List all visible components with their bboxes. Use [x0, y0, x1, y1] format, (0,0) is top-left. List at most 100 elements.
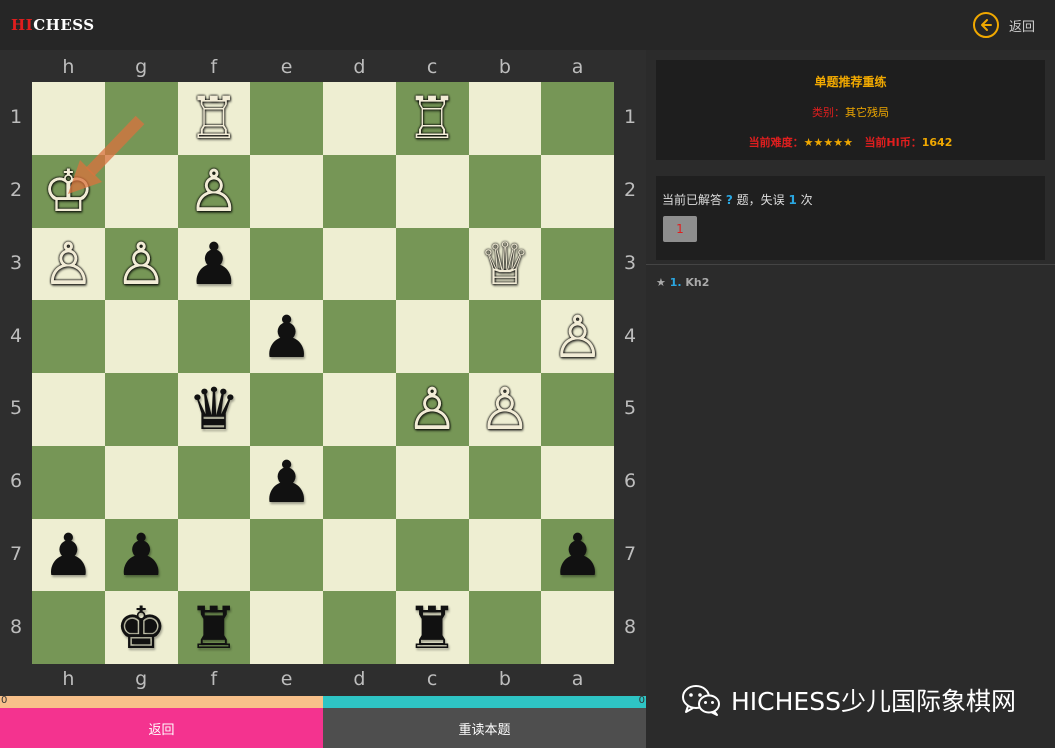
- back-button[interactable]: 返回: [0, 708, 323, 748]
- board-square[interactable]: [541, 445, 614, 519]
- board-square[interactable]: [541, 591, 614, 664]
- board-square[interactable]: [250, 227, 323, 301]
- board-square[interactable]: [468, 154, 542, 228]
- board-square[interactable]: [468, 300, 542, 373]
- board-square[interactable]: ♖: [395, 82, 469, 155]
- board-square[interactable]: ♟: [541, 518, 614, 592]
- board-square[interactable]: [104, 82, 178, 155]
- board-square[interactable]: ♙: [177, 154, 251, 228]
- board-square[interactable]: [177, 445, 251, 519]
- board-square[interactable]: [177, 518, 251, 592]
- board-square[interactable]: [395, 445, 469, 519]
- board-square[interactable]: [395, 300, 469, 373]
- board-square[interactable]: [104, 445, 178, 519]
- chess-piece[interactable]: ♟: [188, 235, 240, 293]
- board-square[interactable]: [395, 518, 469, 592]
- reread-button[interactable]: 重读本题: [323, 708, 646, 748]
- chess-piece[interactable]: ♟: [115, 526, 167, 584]
- board-square[interactable]: [323, 82, 396, 155]
- board-square[interactable]: ♛: [177, 373, 251, 446]
- board-square[interactable]: [323, 373, 396, 446]
- board-square[interactable]: ♙: [468, 373, 542, 446]
- chess-piece[interactable]: ♛: [188, 380, 240, 438]
- wechat-icon: [682, 685, 720, 716]
- board-square[interactable]: ♔: [32, 154, 105, 228]
- chess-board[interactable]: ♖ ♖ ♔ ♙ ♙ ♙ ♟ ♕ ♟ ♙ ♛ ♙ ♙ ♟ ♟ ♟ ♟ ♚ ♜ ♜: [32, 82, 614, 664]
- board-square[interactable]: ♙: [541, 300, 614, 373]
- board-square[interactable]: [541, 82, 614, 155]
- solved-suffix: 次: [800, 193, 813, 207]
- chess-piece[interactable]: ♙: [42, 235, 94, 293]
- star-icon: ★: [656, 276, 666, 289]
- board-square[interactable]: [468, 591, 542, 664]
- board-square[interactable]: ♚: [104, 591, 178, 664]
- move-list-item[interactable]: ★ 1. Kh2: [656, 276, 709, 289]
- board-square[interactable]: [250, 373, 323, 446]
- board-square[interactable]: [250, 591, 323, 664]
- rank-label: 6: [623, 470, 637, 493]
- chess-piece[interactable]: ♙: [188, 162, 240, 220]
- board-square[interactable]: [104, 300, 178, 373]
- board-square[interactable]: [468, 82, 542, 155]
- board-square[interactable]: [395, 154, 469, 228]
- board-square[interactable]: [395, 227, 469, 301]
- board-square[interactable]: [323, 154, 396, 228]
- chess-piece[interactable]: ♟: [261, 308, 313, 366]
- board-square[interactable]: [323, 591, 396, 664]
- board-square[interactable]: ♜: [177, 591, 251, 664]
- board-square[interactable]: [32, 300, 105, 373]
- chess-piece[interactable]: ♕: [479, 235, 531, 293]
- chess-piece[interactable]: ♔: [42, 162, 94, 220]
- board-square[interactable]: ♟: [177, 227, 251, 301]
- board-square[interactable]: ♙: [32, 227, 105, 301]
- rank-label: 3: [623, 251, 637, 274]
- chess-piece[interactable]: ♟: [42, 526, 94, 584]
- back-label-top: 返回: [1008, 19, 1035, 35]
- board-square[interactable]: [541, 154, 614, 228]
- chess-piece[interactable]: ♙: [115, 235, 167, 293]
- board-square[interactable]: [250, 154, 323, 228]
- chess-piece[interactable]: ♙: [552, 308, 604, 366]
- score-left-value: 0: [1, 695, 8, 706]
- board-square[interactable]: ♙: [104, 227, 178, 301]
- board-square[interactable]: ♟: [250, 445, 323, 519]
- back-button-top[interactable]: 返回: [972, 10, 1035, 40]
- board-square[interactable]: [104, 154, 178, 228]
- board-square[interactable]: ♜: [395, 591, 469, 664]
- board-square[interactable]: ♟: [250, 300, 323, 373]
- board-square[interactable]: [32, 373, 105, 446]
- board-square[interactable]: ♟: [32, 518, 105, 592]
- board-square[interactable]: ♕: [468, 227, 542, 301]
- chess-piece[interactable]: ♟: [261, 453, 313, 511]
- board-square[interactable]: [323, 445, 396, 519]
- board-square[interactable]: [541, 373, 614, 446]
- board-square[interactable]: [104, 373, 178, 446]
- board-square[interactable]: [177, 300, 251, 373]
- board-square[interactable]: [250, 518, 323, 592]
- progress-panel: 当前已解答 ? 题，失误 1 次 1: [656, 176, 1045, 260]
- score-bar: 0 0: [0, 695, 646, 708]
- board-square[interactable]: ♙: [395, 373, 469, 446]
- board-square[interactable]: ♟: [104, 518, 178, 592]
- board-square[interactable]: [468, 445, 542, 519]
- board-square[interactable]: [250, 82, 323, 155]
- board-square[interactable]: [323, 300, 396, 373]
- chess-piece[interactable]: ♜: [406, 599, 458, 657]
- board-square[interactable]: [468, 518, 542, 592]
- chess-piece[interactable]: ♖: [188, 89, 240, 147]
- board-square[interactable]: [541, 227, 614, 301]
- rank-label: 4: [623, 324, 637, 347]
- board-square[interactable]: [32, 82, 105, 155]
- chess-piece[interactable]: ♖: [406, 89, 458, 147]
- board-square[interactable]: [323, 227, 396, 301]
- attempt-button[interactable]: 1: [663, 216, 697, 242]
- chess-piece[interactable]: ♟: [552, 526, 604, 584]
- board-square[interactable]: ♖: [177, 82, 251, 155]
- chess-piece[interactable]: ♜: [188, 599, 240, 657]
- chess-piece[interactable]: ♙: [406, 380, 458, 438]
- board-square[interactable]: [32, 445, 105, 519]
- board-square[interactable]: [32, 591, 105, 664]
- board-square[interactable]: [323, 518, 396, 592]
- chess-piece[interactable]: ♚: [115, 599, 167, 657]
- chess-piece[interactable]: ♙: [479, 380, 531, 438]
